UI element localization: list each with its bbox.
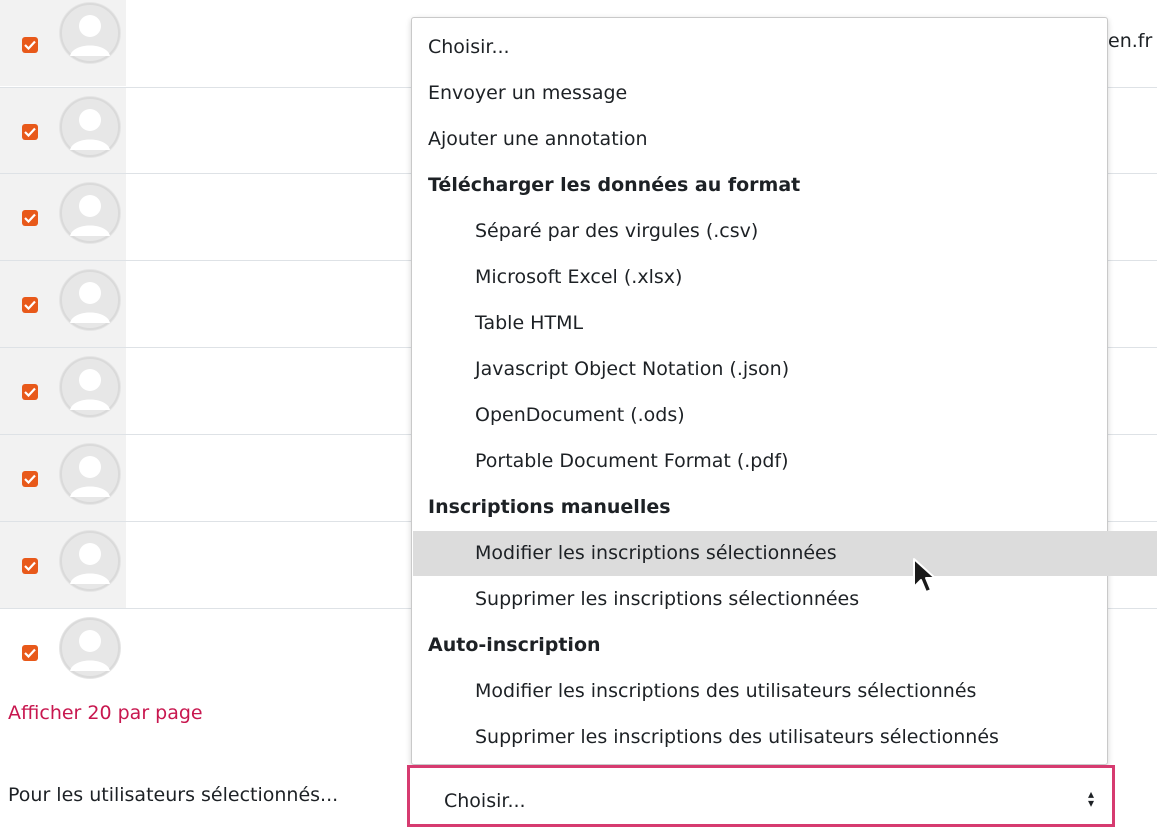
dropdown-option[interactable]: Choisir...	[413, 25, 1121, 70]
row-select-checkbox[interactable]	[22, 645, 38, 661]
dropdown-option[interactable]: Portable Document Format (.pdf)	[413, 439, 1157, 484]
row-select-checkbox[interactable]	[22, 297, 38, 313]
show-per-page-link[interactable]: Afficher 20 par page	[8, 702, 203, 724]
option-group-label: Inscriptions manuelles	[428, 496, 671, 518]
dropdown-option[interactable]: OpenDocument (.ods)	[413, 393, 1157, 438]
select-avatar-cell	[0, 174, 126, 260]
user-avatar-icon	[59, 443, 121, 505]
dropdown-option[interactable]: Ajouter une annotation	[413, 117, 1121, 162]
bulk-action-dropdown-menu[interactable]: Choisir... Envoyer un message Ajouter une …	[411, 17, 1157, 765]
user-avatar-icon	[59, 269, 121, 331]
dropdown-option[interactable]: Table HTML	[413, 301, 1157, 346]
row-select-checkbox[interactable]	[22, 558, 38, 574]
dropdown-option-highlighted[interactable]: Modifier les inscriptions sélectionnées	[413, 531, 1157, 576]
bulk-action-select-value: Choisir...	[444, 790, 526, 812]
dropdown-option[interactable]: Modifier les inscriptions des utilisateu…	[413, 669, 1157, 714]
select-avatar-cell	[0, 522, 126, 608]
row-select-checkbox[interactable]	[22, 37, 38, 53]
dropdown-option[interactable]: Supprimer les inscriptions des utilisate…	[413, 715, 1157, 760]
select-avatar-cell	[0, 261, 126, 347]
dropdown-option[interactable]: Javascript Object Notation (.json)	[413, 347, 1157, 392]
user-avatar-icon	[59, 356, 121, 418]
row-select-checkbox[interactable]	[22, 210, 38, 226]
dropdown-option[interactable]: Microsoft Excel (.xlsx)	[413, 255, 1157, 300]
option-group-label: Télécharger les données au format	[428, 174, 801, 196]
user-avatar-icon	[59, 617, 121, 679]
option-group-label: Auto-inscription	[428, 634, 601, 656]
select-arrows-icon: ▴ ▾	[1087, 787, 1094, 810]
row-select-checkbox[interactable]	[22, 124, 38, 140]
row-select-checkbox[interactable]	[22, 384, 38, 400]
user-avatar-icon	[59, 2, 121, 64]
user-avatar-icon	[59, 96, 121, 158]
select-avatar-cell	[0, 435, 126, 521]
dropdown-option[interactable]: Supprimer les inscriptions sélectionnées	[413, 577, 1157, 622]
select-avatar-cell	[0, 609, 126, 695]
select-avatar-cell	[0, 88, 126, 174]
dropdown-option[interactable]: Séparé par des virgules (.csv)	[413, 209, 1157, 254]
mouse-cursor-icon	[913, 558, 936, 593]
user-avatar-icon	[59, 530, 121, 592]
row-select-checkbox[interactable]	[22, 471, 38, 487]
select-avatar-cell	[0, 0, 126, 86]
bulk-action-label: Pour les utilisateurs sélectionnés...	[8, 784, 339, 806]
dropdown-option[interactable]: Envoyer un message	[413, 71, 1121, 116]
user-avatar-icon	[59, 182, 121, 244]
select-avatar-cell	[0, 348, 126, 434]
bulk-action-select[interactable]: Choisir... ▴ ▾	[407, 765, 1115, 827]
participants-page: en.fr Choisir... Envoyer un message Ajoute…	[0, 0, 1157, 829]
